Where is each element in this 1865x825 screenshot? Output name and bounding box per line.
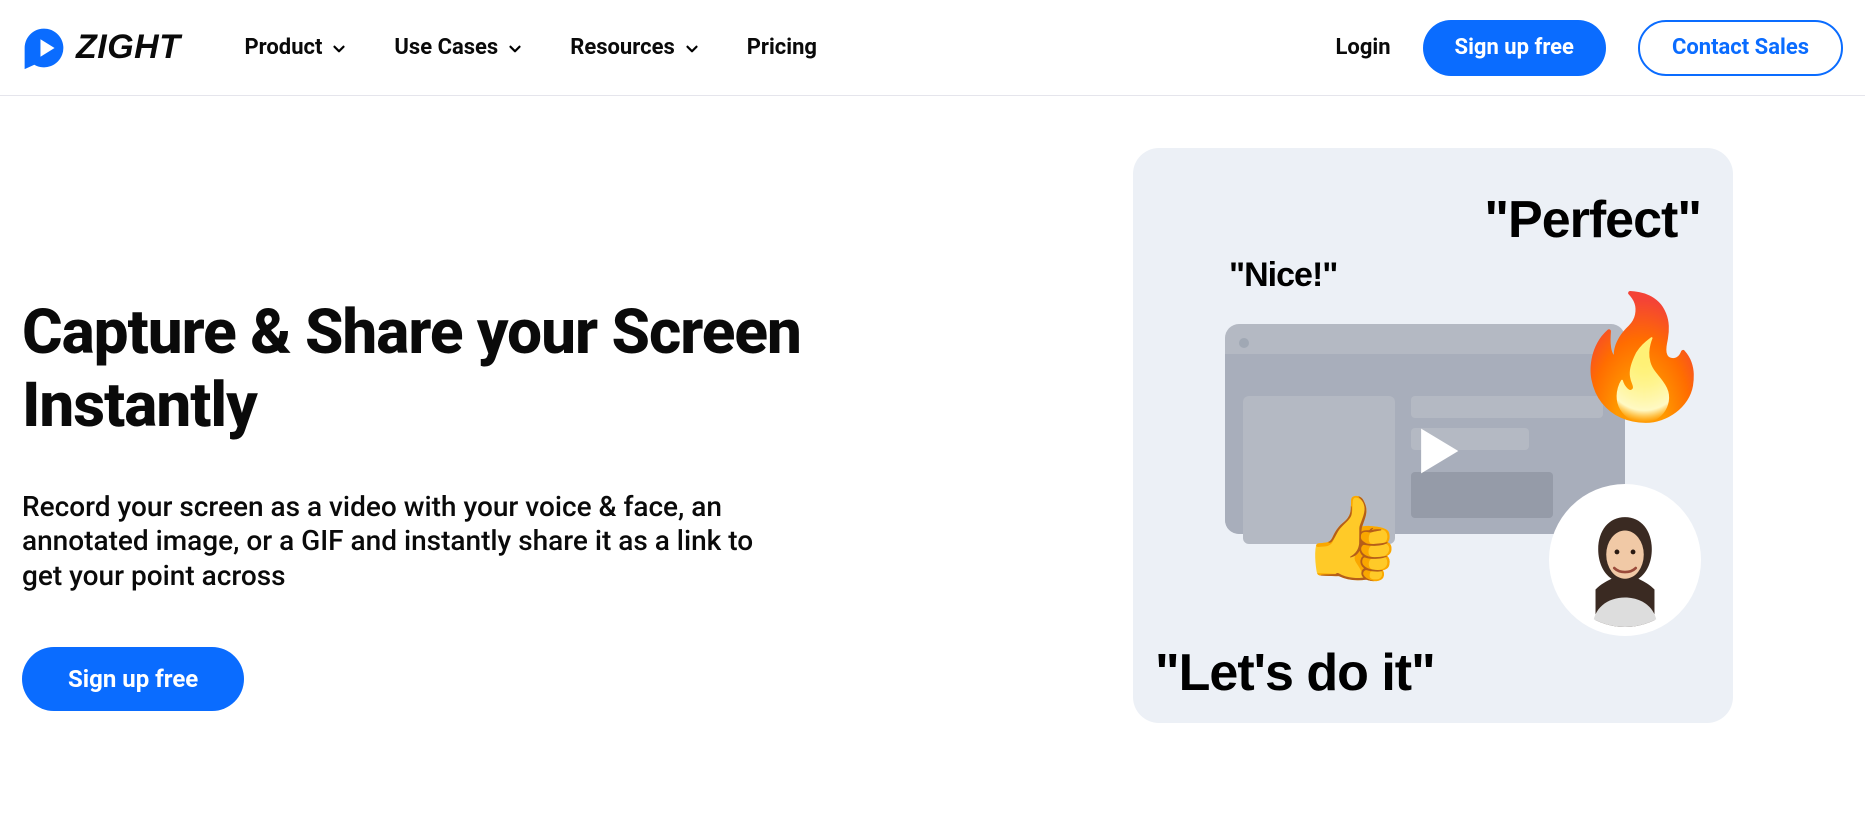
- window-control-icon: [1239, 338, 1249, 348]
- nav-item-resources[interactable]: Resources: [570, 35, 701, 60]
- thumbs-up-icon: 👍: [1301, 498, 1403, 580]
- site-header: ZIGHT Product Use Cases Resources Pricin…: [0, 0, 1865, 96]
- chevron-down-icon: [506, 39, 524, 57]
- hero-signup-button[interactable]: Sign up free: [22, 647, 244, 711]
- fire-icon: 🔥: [1568, 298, 1717, 418]
- header-actions: Login Sign up free Contact Sales: [1336, 20, 1844, 76]
- hero-section: Capture & Share your Screen Instantly Re…: [0, 96, 1865, 723]
- play-icon: [1405, 420, 1467, 482]
- avatar-ring: [1549, 484, 1701, 636]
- reaction-lets-do-it: "Let's do it": [1155, 643, 1435, 703]
- hero-subtitle: Record your screen as a video with your …: [22, 490, 762, 592]
- chevron-down-icon: [330, 39, 348, 57]
- hero-title: Capture & Share your Screen Instantly: [22, 296, 812, 442]
- avatar: [1558, 493, 1692, 627]
- nav-label: Use Cases: [394, 35, 498, 60]
- nav-item-product[interactable]: Product: [244, 35, 348, 60]
- nav-item-use-cases[interactable]: Use Cases: [394, 35, 524, 60]
- login-link[interactable]: Login: [1336, 35, 1391, 60]
- logo-icon: [22, 26, 66, 70]
- chevron-down-icon: [683, 39, 701, 57]
- signup-button[interactable]: Sign up free: [1423, 20, 1606, 76]
- nav-item-pricing[interactable]: Pricing: [747, 35, 817, 60]
- brand-name: ZIGHT: [76, 28, 180, 67]
- reaction-nice: "Nice!": [1229, 256, 1337, 295]
- brand-logo[interactable]: ZIGHT: [22, 26, 180, 70]
- window-graphic: [1225, 324, 1625, 534]
- main-nav: Product Use Cases Resources Pricing: [244, 35, 817, 60]
- contact-sales-button[interactable]: Contact Sales: [1638, 20, 1843, 76]
- hero-illustration: "Perfect" "Nice!" "Let's do it" 🔥 👍: [1133, 148, 1733, 723]
- nav-label: Resources: [570, 35, 675, 60]
- hero-copy: Capture & Share your Screen Instantly Re…: [22, 148, 812, 723]
- nav-label: Product: [244, 35, 322, 60]
- reaction-perfect: "Perfect": [1484, 190, 1701, 250]
- nav-label: Pricing: [747, 35, 817, 60]
